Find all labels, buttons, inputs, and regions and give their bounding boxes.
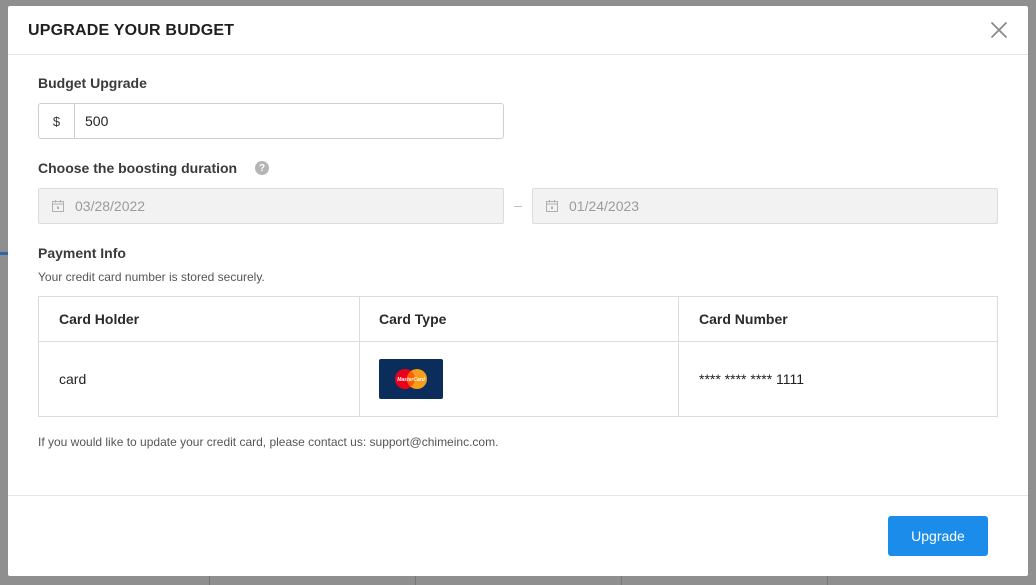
end-date-value: 01/24/2023 xyxy=(569,198,640,214)
card-table: Card Holder Card Type Card Number card M… xyxy=(38,296,998,417)
upgrade-button[interactable]: Upgrade xyxy=(888,516,988,556)
upgrade-budget-modal: UPGRADE YOUR BUDGET Budget Upgrade $ Cho… xyxy=(8,6,1028,576)
duration-label: Choose the boosting duration xyxy=(38,160,238,176)
table-row: card MasterCard **** **** **** 1111 xyxy=(39,342,997,416)
background-divider xyxy=(827,576,828,585)
modal-title: UPGRADE YOUR BUDGET xyxy=(28,22,235,39)
calendar-icon xyxy=(51,199,65,213)
start-date-field[interactable]: 03/28/2022 xyxy=(38,188,504,224)
budget-input-group: $ xyxy=(38,103,504,139)
payment-info-label: Payment Info xyxy=(38,245,126,261)
card-holder-value: card xyxy=(59,371,87,387)
question-circle-icon[interactable]: ? xyxy=(255,161,269,175)
column-divider xyxy=(359,297,360,416)
end-date-field[interactable]: 01/24/2023 xyxy=(532,188,998,224)
card-type-cell: MasterCard xyxy=(359,342,679,416)
close-icon[interactable] xyxy=(990,21,1008,39)
currency-addon: $ xyxy=(39,104,75,138)
modal-header: UPGRADE YOUR BUDGET xyxy=(8,6,1028,55)
footer-divider xyxy=(8,495,1028,496)
payment-secure-note: Your credit card number is stored secure… xyxy=(38,270,265,284)
header-card-number: Card Number xyxy=(699,311,788,327)
background-divider xyxy=(209,576,210,585)
background-divider xyxy=(621,576,622,585)
background-divider xyxy=(415,576,416,585)
date-range-separator: – xyxy=(514,197,522,213)
card-number-value: **** **** **** 1111 xyxy=(699,371,805,387)
start-date-value: 03/28/2022 xyxy=(75,198,146,214)
svg-text:MasterCard: MasterCard xyxy=(397,377,425,383)
update-card-note: If you would like to update your credit … xyxy=(38,435,499,449)
calendar-icon xyxy=(545,199,559,213)
budget-input[interactable] xyxy=(75,104,503,138)
budget-label: Budget Upgrade xyxy=(38,75,147,91)
header-card-type: Card Type xyxy=(379,311,447,327)
header-card-holder: Card Holder xyxy=(59,311,140,327)
table-header-row: Card Holder Card Type Card Number xyxy=(39,297,997,342)
column-divider xyxy=(678,297,679,416)
mastercard-icon: MasterCard xyxy=(379,359,443,399)
